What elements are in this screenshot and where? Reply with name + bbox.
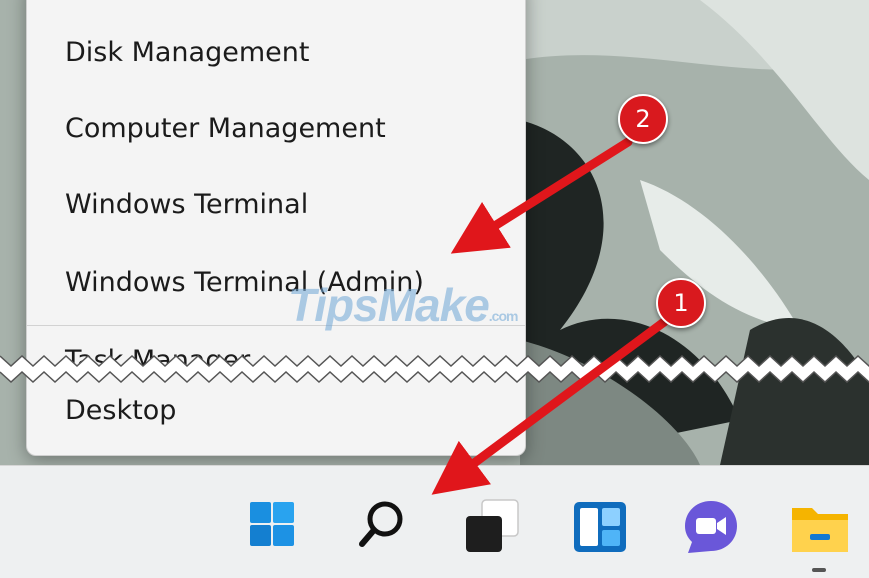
- annotation-arrows: [431, 137, 669, 495]
- step-1-badge: 1: [656, 278, 706, 328]
- arrow-to-windows-terminal-admin: [450, 137, 633, 254]
- arrow-to-start-button: [431, 317, 669, 495]
- step-2-badge: 2: [618, 94, 668, 144]
